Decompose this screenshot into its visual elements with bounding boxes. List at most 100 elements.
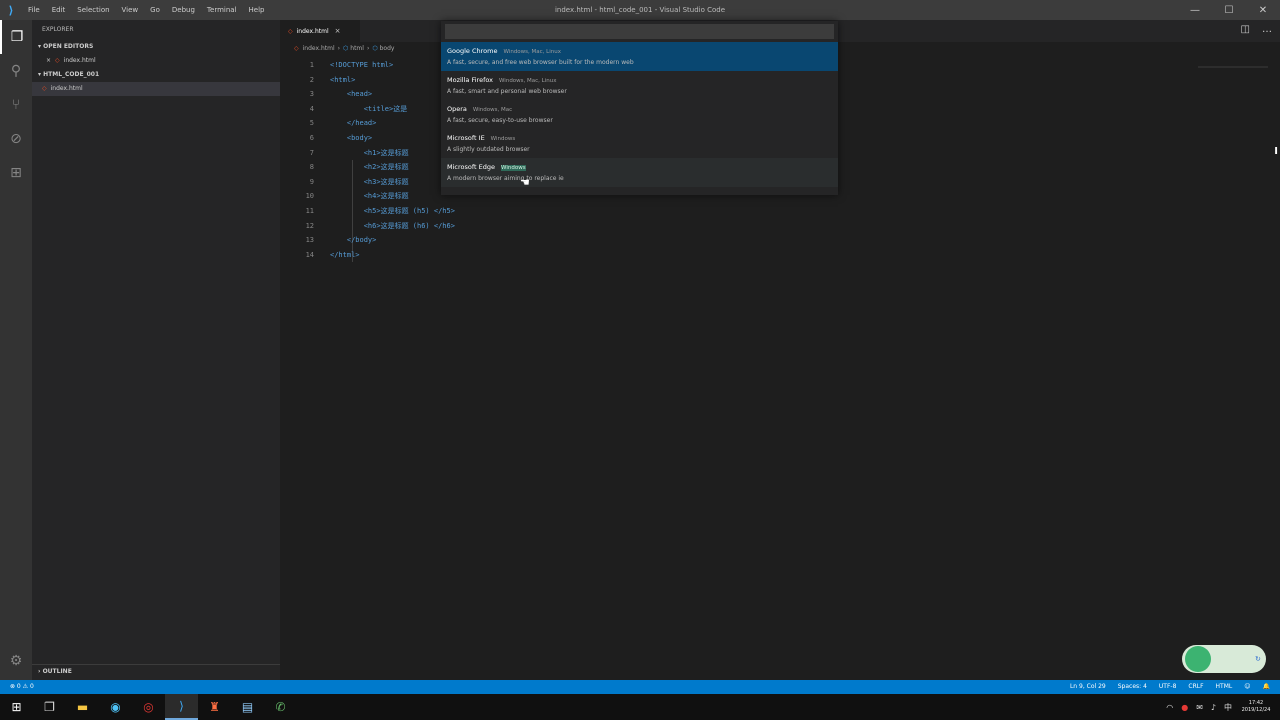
paint-icon[interactable]: ♜: [198, 694, 231, 720]
more-actions-icon[interactable]: …: [1262, 24, 1272, 35]
notifications-bell-icon[interactable]: 🔔: [1257, 680, 1276, 694]
windows-start-icon[interactable]: ⊞: [0, 694, 33, 720]
code-line[interactable]: <html>: [330, 73, 355, 88]
file-explorer-icon[interactable]: ▬: [66, 694, 99, 720]
code-line[interactable]: <h5>这是标题 (h5) </h5>: [330, 204, 455, 219]
quick-pick-input[interactable]: [445, 24, 834, 39]
outline-header[interactable]: › OUTLINE: [32, 664, 280, 678]
breadcrumb-body[interactable]: body: [380, 42, 395, 56]
antivirus-icon[interactable]: ●: [1177, 703, 1192, 712]
extensions-icon[interactable]: ⊞: [0, 156, 32, 190]
input-method-icon[interactable]: 中: [1220, 702, 1236, 713]
menu-terminal[interactable]: Terminal: [201, 0, 243, 20]
quick-pick-item[interactable]: Microsoft Edge Windows A modern browser a…: [441, 158, 838, 187]
open-editors-label: OPEN EDITORS: [43, 43, 94, 50]
menu-edit[interactable]: Edit: [46, 0, 72, 20]
html-file-icon: ◇: [55, 57, 60, 64]
line-number: 3: [309, 90, 314, 99]
minimize-button[interactable]: —: [1178, 0, 1212, 20]
menu-bar: File Edit Selection View Go Debug Termin…: [22, 0, 270, 20]
item-description: A fast, secure, easy-to-use browser: [447, 117, 553, 124]
clock-date: 2019/12/24: [1241, 707, 1271, 713]
quick-pick-item[interactable]: Opera Windows, Mac A fast, secure, easy-t…: [441, 100, 838, 129]
problems-indicator[interactable]: ⊗ 0 ⚠ 0: [4, 680, 40, 694]
line-number: 8: [309, 163, 314, 172]
search-icon[interactable]: ⚲: [0, 54, 32, 88]
breadcrumb-separator: ›: [337, 45, 341, 52]
cursor-position[interactable]: Ln 9, Col 29: [1064, 680, 1112, 694]
code-line[interactable]: <h3>这是标题: [330, 175, 409, 190]
activity-bar: ❐ ⚲ ⑂ ⊘ ⊞ ⚙: [0, 20, 32, 680]
maximize-button[interactable]: ☐: [1212, 0, 1246, 20]
tag-icon: ⬡: [343, 45, 349, 52]
code-line[interactable]: <h6>这是标题 (h6) </h6>: [330, 219, 455, 234]
tab-close-icon[interactable]: ×: [335, 27, 341, 35]
quick-pick-item[interactable]: Google Chrome Windows, Mac, Linux A fast,…: [441, 42, 838, 71]
tab-index-html[interactable]: ◇ index.html ×: [280, 20, 360, 42]
menu-go[interactable]: Go: [144, 0, 166, 20]
menu-debug[interactable]: Debug: [166, 0, 201, 20]
mouse-pointer-icon: ☚: [520, 176, 530, 189]
line-number: 13: [305, 236, 314, 245]
taskbar-clock[interactable]: 17:42 2019/12/24: [1236, 700, 1276, 714]
code-line[interactable]: <h2>这是标题: [330, 160, 409, 175]
item-name: Opera: [447, 105, 467, 113]
folder-label: HTML_CODE_001: [43, 71, 100, 78]
chat-icon[interactable]: ✉: [1192, 703, 1207, 712]
code-line[interactable]: </head>: [330, 116, 377, 131]
folder-file-item[interactable]: ◇ index.html: [32, 82, 280, 96]
menu-selection[interactable]: Selection: [71, 0, 115, 20]
system-tray: ◠ ● ✉ ♪ 中 17:42 2019/12/24: [1162, 694, 1276, 720]
recorder-icon[interactable]: ◎: [132, 694, 165, 720]
text-cursor-icon: I: [1274, 146, 1278, 157]
floating-toggle-widget[interactable]: ↻: [1182, 645, 1266, 673]
vscode-taskbar-icon[interactable]: ⟩: [165, 694, 198, 720]
item-description: A modern browser aiming to replace ie: [447, 175, 564, 182]
open-editors-header[interactable]: ▾ OPEN EDITORS: [32, 40, 280, 54]
menu-file[interactable]: File: [22, 0, 46, 20]
source-control-icon[interactable]: ⑂: [0, 88, 32, 122]
code-line[interactable]: </body>: [330, 233, 377, 248]
close-button[interactable]: ✕: [1246, 0, 1280, 20]
document-icon[interactable]: ▤: [231, 694, 264, 720]
task-view-icon[interactable]: ❐: [33, 694, 66, 720]
window-title: index.html - html_code_001 - Visual Stud…: [554, 6, 726, 14]
line-number: 11: [305, 206, 314, 215]
title-bar: ⟩ File Edit Selection View Go Debug Term…: [0, 0, 1280, 20]
feedback-icon[interactable]: ☺: [1238, 680, 1256, 694]
files-icon[interactable]: ❐: [0, 20, 32, 54]
menu-help[interactable]: Help: [243, 0, 271, 20]
quick-pick-item[interactable]: Microsoft IE Windows A slightly outdated …: [441, 129, 838, 158]
open-editor-filename: index.html: [63, 57, 96, 64]
code-line[interactable]: <!DOCTYPE html>: [330, 58, 393, 73]
code-line[interactable]: </html>: [330, 248, 360, 263]
debug-icon[interactable]: ⊘: [0, 122, 32, 156]
split-editor-icon[interactable]: ◫: [1241, 24, 1250, 35]
code-line[interactable]: <head>: [330, 87, 372, 102]
encoding[interactable]: UTF-8: [1153, 680, 1183, 694]
folder-header[interactable]: ▾ HTML_CODE_001: [32, 68, 280, 82]
item-name: Microsoft IE: [447, 134, 485, 142]
settings-gear-icon[interactable]: ⚙: [0, 644, 32, 678]
line-ending[interactable]: CRLF: [1182, 680, 1209, 694]
html-file-icon: ◇: [42, 85, 47, 92]
menu-view[interactable]: View: [116, 0, 145, 20]
breadcrumb-file[interactable]: index.html: [303, 42, 335, 56]
breadcrumb-html[interactable]: html: [350, 42, 364, 56]
item-name: Microsoft Edge: [447, 163, 496, 171]
browser-icon[interactable]: ◉: [99, 694, 132, 720]
code-line[interactable]: <title>这是: [330, 102, 408, 117]
volume-icon[interactable]: ♪: [1207, 703, 1220, 712]
code-line[interactable]: <body>: [330, 131, 372, 146]
quick-pick-item[interactable]: Mozilla Firefox Windows, Mac, Linux A fas…: [441, 71, 838, 100]
minimap[interactable]: [1198, 66, 1268, 68]
indentation[interactable]: Spaces: 4: [1112, 680, 1153, 694]
language-mode[interactable]: HTML: [1210, 680, 1239, 694]
wechat-icon[interactable]: ✆: [264, 694, 297, 720]
code-line[interactable]: <h1>这是标题: [330, 146, 409, 161]
html-file-icon: ◇: [288, 27, 293, 35]
code-line[interactable]: <h4>这是标题: [330, 189, 409, 204]
close-icon[interactable]: ×: [46, 54, 51, 68]
network-icon[interactable]: ◠: [1162, 703, 1177, 712]
open-editor-item[interactable]: × ◇ index.html: [32, 54, 280, 68]
